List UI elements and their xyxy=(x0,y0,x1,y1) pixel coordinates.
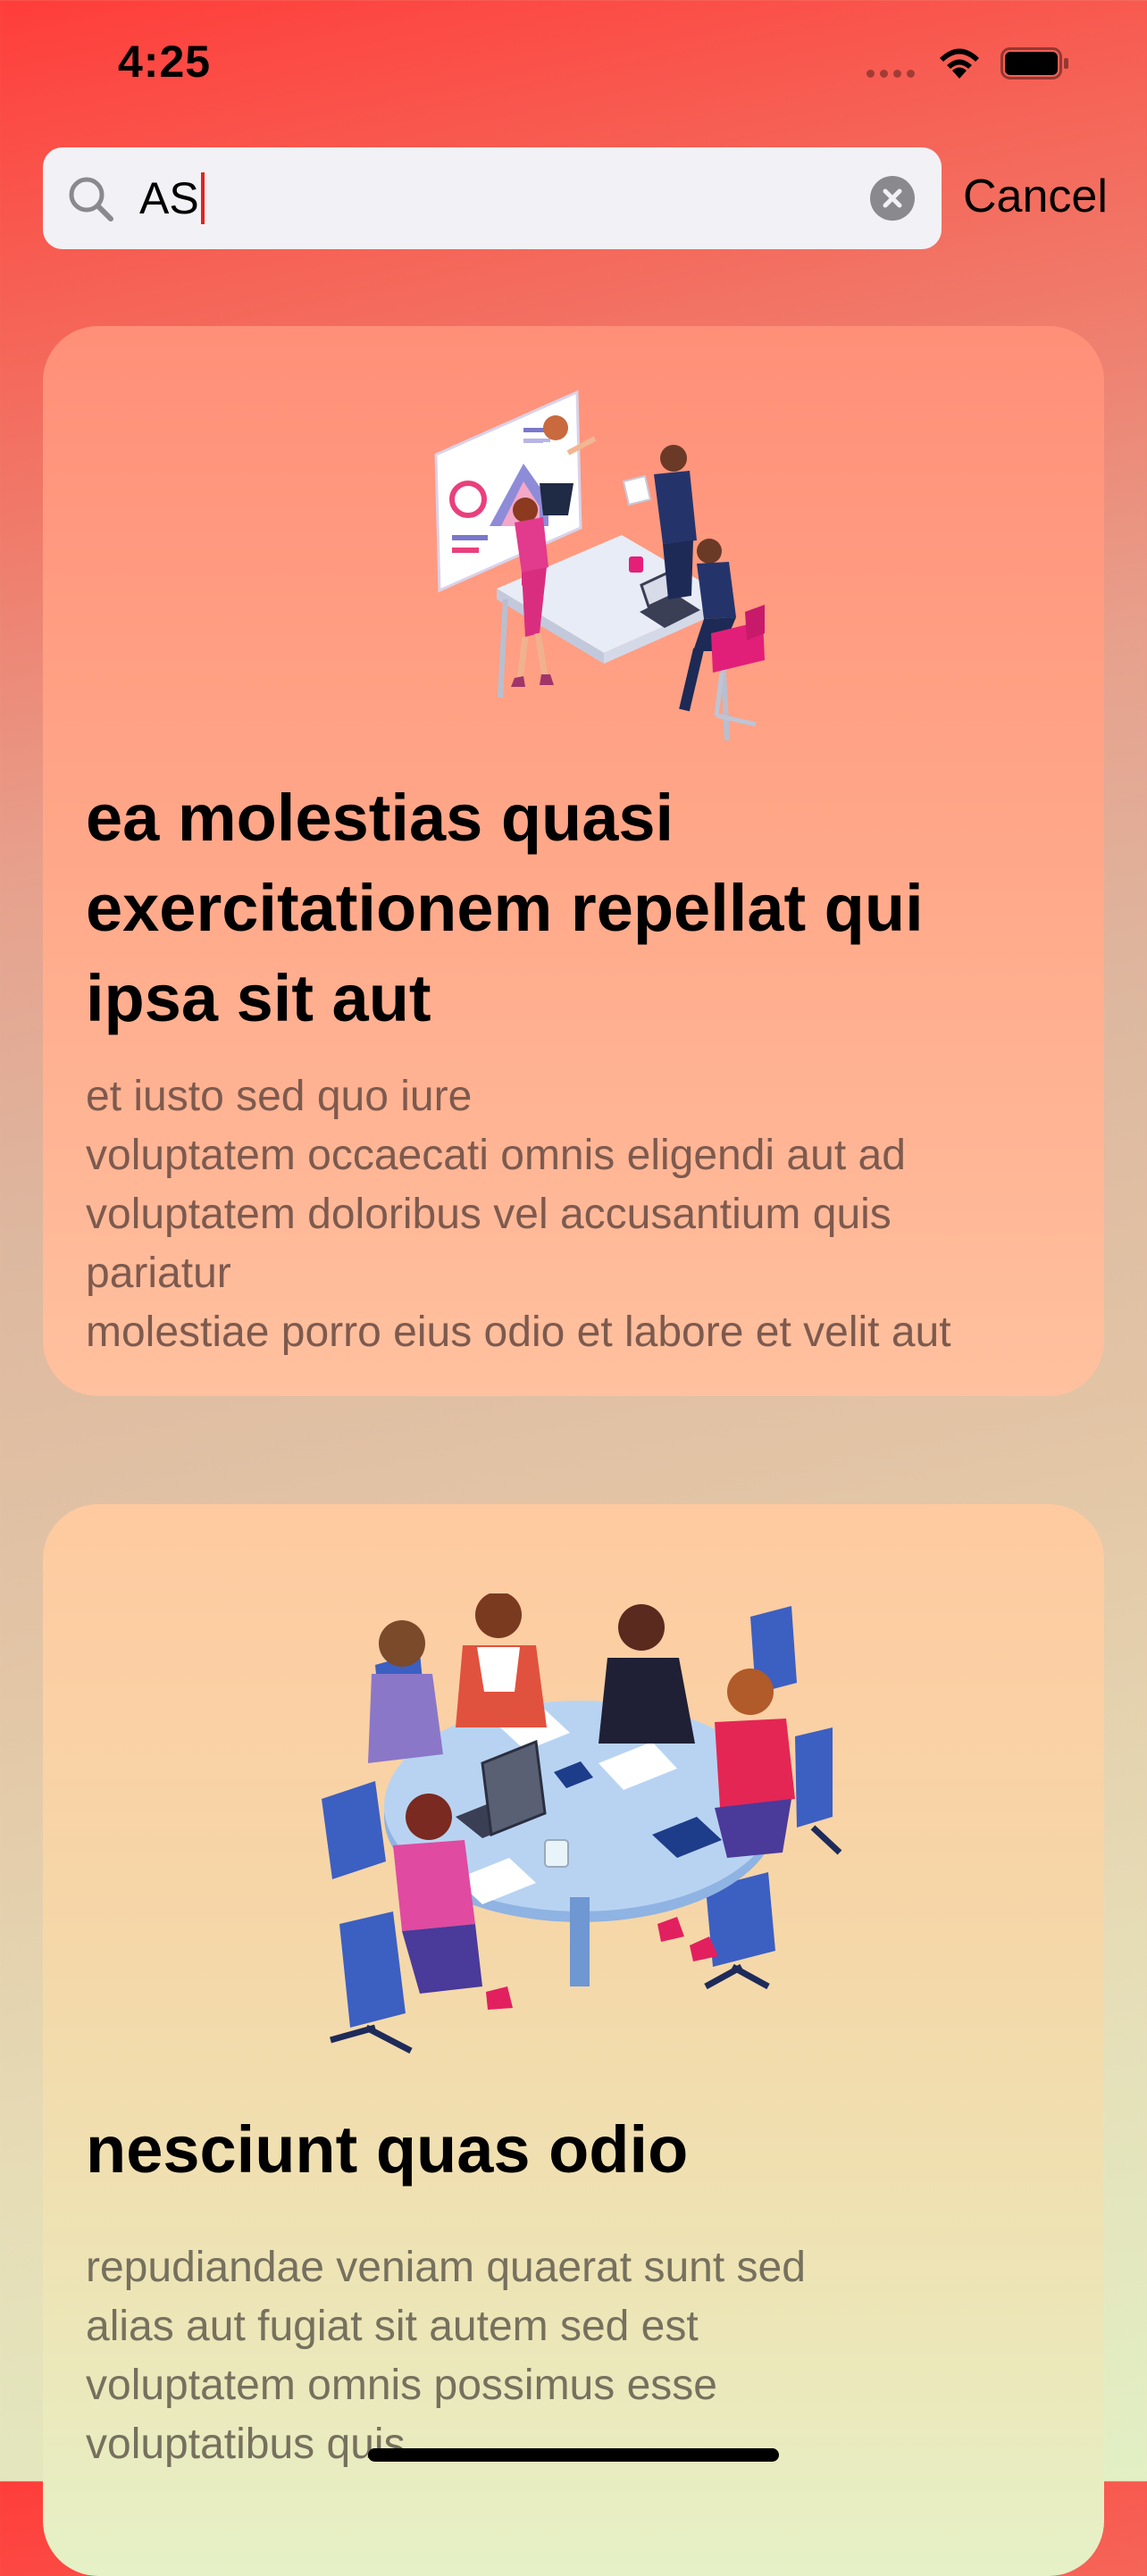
clear-icon xyxy=(883,188,902,208)
card-title: ea molestias quasi exercitationem repell… xyxy=(86,781,924,1035)
search-query-text: AS xyxy=(139,173,199,223)
result-card[interactable]: nesciunt quas odio repudiandae veniam qu… xyxy=(43,1504,1104,2576)
search-query[interactable]: AS xyxy=(139,172,205,224)
status-bar: 4:25 xyxy=(0,0,1147,125)
team-meeting-illustration xyxy=(389,365,765,754)
card-description: et iusto sed quo iure voluptatem occaeca… xyxy=(86,1073,951,1356)
card-title: nesciunt quas odio xyxy=(86,2112,689,2187)
home-indicator[interactable] xyxy=(368,2448,779,2462)
card-description: repudiandae veniam quaerat sunt sed alia… xyxy=(86,2244,806,2468)
group-discussion-illustration xyxy=(286,1592,858,2071)
clear-search-button[interactable] xyxy=(870,176,915,221)
search-icon xyxy=(66,174,116,229)
result-card[interactable]: ea molestias quasi exercitationem repell… xyxy=(43,326,1104,1396)
battery-icon xyxy=(1000,47,1070,84)
status-time: 4:25 xyxy=(118,37,212,87)
cellular-signal-icon xyxy=(867,70,915,78)
wifi-icon xyxy=(936,45,983,85)
cancel-button[interactable]: Cancel xyxy=(963,170,1108,223)
text-caret xyxy=(200,172,205,224)
search-input[interactable]: AS xyxy=(43,147,942,249)
